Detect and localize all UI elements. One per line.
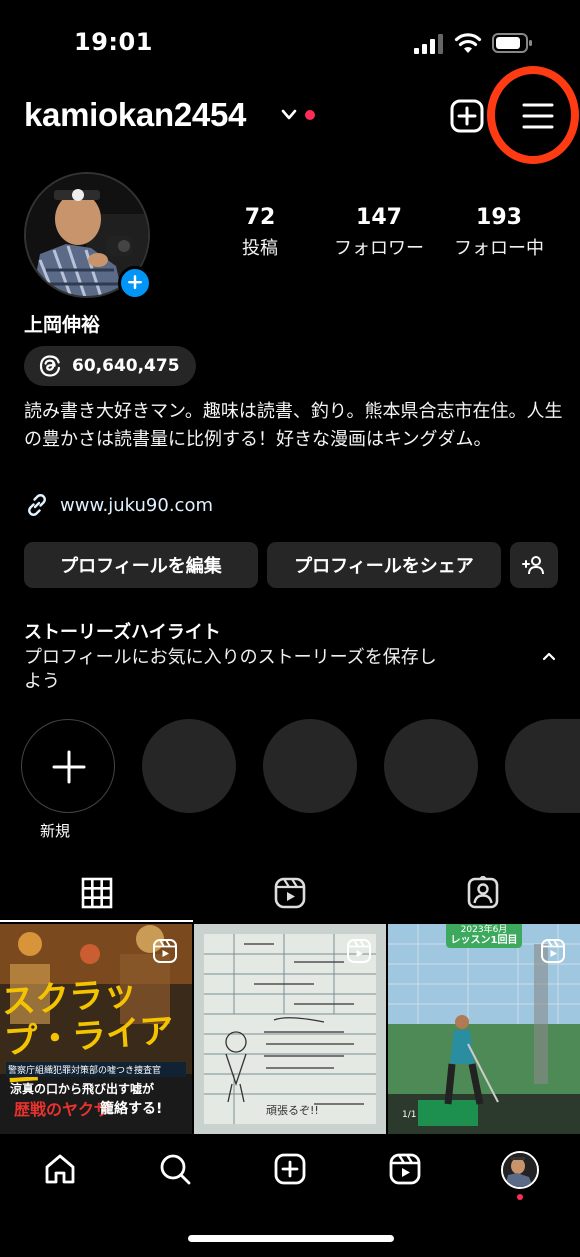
highlight-placeholder bbox=[142, 719, 236, 813]
posts-grid: スクラップ・ライアー 警察庁組織犯罪対策部の嘘つき捜査官 涼真の口から飛び出す嘘… bbox=[0, 924, 580, 1134]
battery-icon bbox=[492, 33, 532, 53]
profile-link[interactable]: www.juku90.com bbox=[24, 492, 213, 518]
highlights-subtitle: プロフィールにお気に入りのストーリーズを保存しよう bbox=[24, 647, 437, 692]
status-time: 19:01 bbox=[74, 28, 153, 56]
plus-icon bbox=[52, 750, 86, 784]
highlights-title: ストーリーズハイライト bbox=[24, 622, 221, 643]
active-tab-indicator bbox=[0, 920, 193, 922]
edit-profile-button[interactable]: プロフィールを編集 bbox=[24, 542, 258, 588]
new-highlight-button[interactable] bbox=[21, 719, 115, 813]
lesson-badge-date: 2023年6月 bbox=[460, 925, 508, 935]
link-icon bbox=[28, 494, 46, 516]
home-icon[interactable] bbox=[43, 1152, 77, 1186]
grid-post[interactable]: スクラップ・ライアー 警察庁組織犯罪対策部の嘘つき捜査官 涼真の口から飛び出す嘘… bbox=[0, 924, 192, 1134]
add-story-plus-icon[interactable] bbox=[118, 266, 152, 300]
grid-post[interactable]: 2023年6月 レッスン1回目 1/1 bbox=[388, 924, 580, 1134]
plus-square-icon[interactable] bbox=[450, 99, 484, 133]
lesson-badge: 2023年6月 レッスン1回目 bbox=[446, 924, 522, 948]
chevron-down-icon[interactable] bbox=[280, 108, 298, 122]
home-indicator bbox=[188, 1235, 394, 1242]
username[interactable]: kamiokan2454 bbox=[24, 96, 246, 134]
book-line: 涼真の口から飛び出す嘘が bbox=[10, 1082, 155, 1096]
profile-stats: 72 投稿 147 フォロワー 193 フォロー中 bbox=[200, 205, 570, 265]
stat-value: 147 bbox=[356, 205, 402, 230]
highlight-placeholder bbox=[384, 719, 478, 813]
search-icon[interactable] bbox=[158, 1152, 192, 1186]
status-bar: 19:01 bbox=[0, 0, 580, 88]
stat-label: フォロー中 bbox=[454, 238, 544, 259]
chevron-up-icon[interactable] bbox=[541, 650, 557, 662]
reels-icon bbox=[541, 939, 565, 963]
threads-count: 60,640,475 bbox=[72, 356, 180, 376]
highlight-placeholder bbox=[263, 719, 357, 813]
stat-following[interactable]: 193 フォロー中 bbox=[444, 205, 554, 260]
stat-label: フォロワー bbox=[334, 238, 424, 259]
cellular-signal-icon bbox=[414, 34, 443, 54]
profile-avatar[interactable] bbox=[501, 1151, 539, 1189]
book-line: 籠絡する! bbox=[100, 1101, 163, 1117]
grid-icon[interactable] bbox=[80, 876, 114, 910]
profile-avatar-wrap[interactable] bbox=[24, 172, 152, 300]
discover-people-button[interactable] bbox=[510, 542, 558, 588]
book-line: 歴戦のヤクザ bbox=[14, 1100, 111, 1119]
highlight-placeholder bbox=[505, 719, 580, 813]
stat-followers[interactable]: 147 フォロワー bbox=[324, 205, 434, 260]
create-icon[interactable] bbox=[273, 1152, 307, 1186]
reels-icon[interactable] bbox=[273, 876, 307, 910]
threads-badge[interactable]: 60,640,475 bbox=[24, 346, 196, 386]
profile-link-text: www.juku90.com bbox=[60, 494, 213, 516]
stat-label: 投稿 bbox=[242, 238, 278, 259]
notification-dot bbox=[305, 110, 315, 120]
profile-tabs bbox=[0, 870, 580, 922]
profile-bio: 読み書き大好きマン。趣味は読書、釣り。熊本県合志市在住。人生の豊かさは読書量に比… bbox=[24, 401, 563, 450]
stat-value: 72 bbox=[244, 205, 276, 230]
stat-posts[interactable]: 72 投稿 bbox=[220, 205, 300, 260]
note-text: 頑張るぞ!! bbox=[266, 1104, 319, 1117]
profile-name: 上岡伸裕 bbox=[24, 314, 101, 336]
wifi-icon bbox=[454, 33, 482, 53]
reels-icon bbox=[153, 939, 177, 963]
lesson-badge-text: レッスン1回目 bbox=[450, 935, 518, 946]
reels-icon[interactable] bbox=[388, 1152, 422, 1186]
book-subtitle: 警察庁組織犯罪対策部の嘘つき捜査官 bbox=[6, 1062, 186, 1077]
new-highlight-label: 新規 bbox=[40, 822, 71, 840]
threads-icon bbox=[39, 355, 60, 377]
media-counter: 1/1 bbox=[402, 1110, 417, 1120]
stat-value: 193 bbox=[476, 205, 522, 230]
tagged-icon[interactable] bbox=[466, 876, 500, 910]
share-profile-button[interactable]: プロフィールをシェア bbox=[267, 542, 501, 588]
notification-dot bbox=[517, 1194, 523, 1200]
reels-icon bbox=[347, 939, 371, 963]
grid-post[interactable]: 頑張るぞ!! bbox=[194, 924, 386, 1134]
add-person-icon bbox=[522, 556, 544, 575]
annotation-circle bbox=[487, 66, 579, 164]
